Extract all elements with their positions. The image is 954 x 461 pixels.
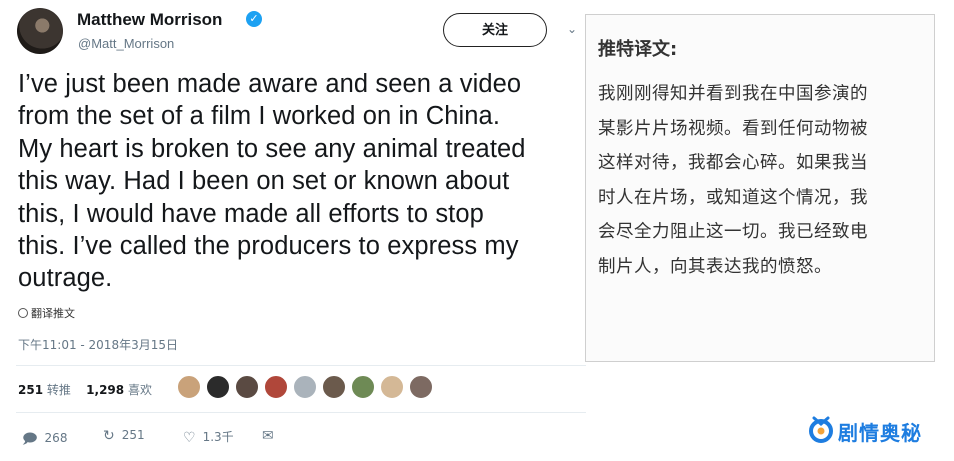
message-action[interactable]: ✉ [262, 428, 281, 444]
follow-button[interactable]: 关注 [443, 13, 547, 47]
engagement-stats[interactable]: 251 转推 1,298 喜欢 [18, 381, 152, 398]
translation-line: 会尽全力阻止这一切。我已经致电 [598, 222, 868, 242]
translation-line: 这样对待，我都会心碎。如果我当 [598, 153, 868, 173]
translation-line: 某影片片场视频。看到任何动物被 [598, 118, 868, 139]
translation-line: 时人在片场，或知道这个情况，我 [598, 187, 868, 208]
translation-text: 我刚刚得知并看到我在中国参演的 某影片片场视频。看到任何动物被 这样对待，我都会… [598, 77, 930, 284]
translation-title: 推特译文: [598, 39, 678, 60]
divider [16, 365, 586, 366]
avatar[interactable] [380, 375, 404, 399]
like-count: 1.3千 [202, 430, 234, 444]
tweet-text-line: I’ve just been made aware and seen a vid… [18, 70, 522, 98]
author-handle[interactable]: @Matt_Morrison [78, 36, 174, 51]
message-icon: ✉ [262, 428, 274, 444]
tweet-text-line: this. I’ve called the producers to expre… [18, 232, 519, 261]
watermark-logo-icon [809, 416, 833, 443]
tweet-text: I’ve just been made aware and seen a vid… [18, 68, 578, 295]
avatar[interactable] [206, 375, 230, 399]
retweets-label: 转推 [46, 383, 71, 397]
watermark-text: 剧情奥秘 [838, 421, 922, 445]
retweets-count: 251 [18, 383, 44, 397]
retweet-count: 251 [121, 428, 145, 442]
avatar[interactable] [177, 375, 201, 399]
tweet-text-line: My heart is broken to see any animal tre… [18, 134, 526, 163]
avatar[interactable] [409, 375, 433, 399]
globe-icon [18, 308, 28, 318]
translate-tweet-link[interactable]: 翻译推文 [18, 305, 75, 321]
tweet-text-line: this way. Had I been on set or known abo… [18, 167, 510, 196]
tweet-text-line: this, I would have made all efforts to s… [18, 199, 484, 228]
verified-badge-icon: ✓ [246, 11, 262, 27]
reply-action[interactable]: 🗩 268 [22, 428, 67, 452]
author-name[interactable]: Matthew Morrison [77, 10, 222, 30]
likes-label: 喜欢 [127, 383, 152, 397]
author-avatar[interactable] [17, 8, 63, 54]
chevron-down-icon[interactable]: ⌄ [567, 22, 577, 36]
retweet-icon: ↻ [103, 428, 115, 444]
heart-icon: ♡ [183, 430, 196, 446]
avatar[interactable] [264, 375, 288, 399]
translation-line: 制片人，向其表达我的愤怒。 [598, 256, 832, 277]
reply-icon: 🗩 [22, 431, 38, 447]
translation-line: 我刚刚得知并看到我在中国参演的 [598, 84, 868, 104]
avatar[interactable] [322, 375, 346, 399]
retweet-action[interactable]: ↻ 251 [103, 428, 145, 444]
tweet-text-line: from the set of a film I worked on in Ch… [18, 102, 501, 131]
likes-count: 1,298 [86, 383, 125, 397]
like-action[interactable]: ♡ 1.3千 [183, 428, 234, 446]
translate-label: 翻译推文 [31, 307, 75, 320]
tweet-text-line: outrage. [18, 264, 113, 293]
avatar[interactable] [351, 375, 375, 399]
tweet-timestamp[interactable]: 下午11:01 - 2018年3月15日 [18, 336, 178, 353]
avatar[interactable] [235, 375, 259, 399]
divider [16, 412, 586, 413]
avatar[interactable] [293, 375, 317, 399]
reply-count: 268 [44, 431, 68, 445]
